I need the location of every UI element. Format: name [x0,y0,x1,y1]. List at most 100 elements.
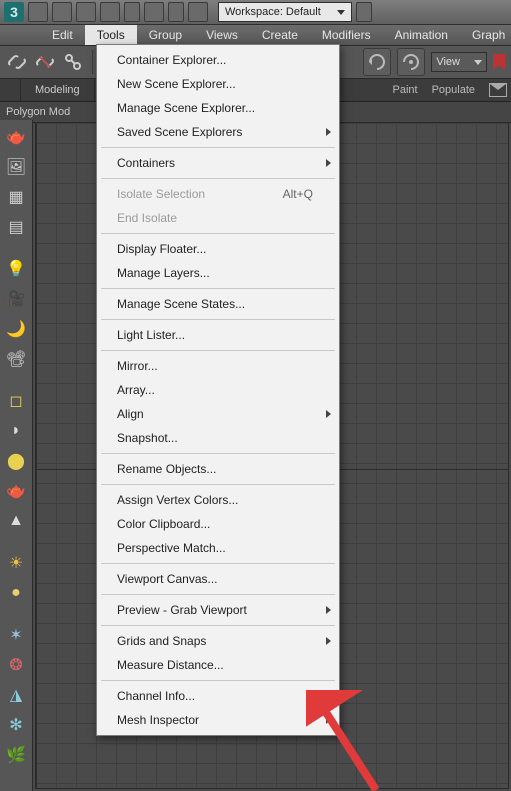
menu-item-label: Saved Scene Explorers [117,125,242,139]
menu-item-label: Measure Distance... [117,658,224,672]
menu-item-viewport-canvas[interactable]: Viewport Canvas... [97,567,339,591]
envelope-icon[interactable] [489,83,507,97]
menu-create[interactable]: Create [250,25,310,45]
undo-dropdown[interactable] [124,2,140,22]
menu-item-array[interactable]: Array... [97,378,339,402]
redo-dropdown[interactable] [168,2,184,22]
sun-icon[interactable]: ☀ [5,552,27,574]
menu-item-label: Preview - Grab Viewport [117,603,247,617]
bind-icon[interactable] [62,51,84,73]
particles-icon[interactable]: ✶ [5,624,27,646]
disc-icon[interactable]: ⬤ [5,450,27,472]
ribbon-tab-populate[interactable]: Populate [432,84,475,96]
menu-item-align[interactable]: Align [97,402,339,426]
menu-tools[interactable]: Tools [85,25,137,45]
orbit-icon[interactable] [363,48,391,76]
menu-views[interactable]: Views [194,25,250,45]
view-dropdown[interactable]: View [431,52,487,72]
menu-item-label: Mesh Inspector [117,713,199,727]
menu-animation[interactable]: Animation [383,25,460,45]
menu-separator [101,319,335,320]
menu-item-preview-grab-viewport[interactable]: Preview - Grab Viewport [97,598,339,622]
menu-item-measure-distance[interactable]: Measure Distance... [97,653,339,677]
menu-item-label: Array... [117,383,155,397]
menu-item-channel-info[interactable]: Channel Info... [97,684,339,708]
menu-item-perspective-match[interactable]: Perspective Match... [97,536,339,560]
table-icon[interactable]: ▦ [5,186,27,208]
menu-modifiers[interactable]: Modifiers [310,25,383,45]
menu-item-mesh-inspector[interactable]: Mesh Inspector [97,708,339,732]
save-file-button[interactable] [76,2,96,22]
cone-icon[interactable]: ▲ [5,510,27,532]
menu-item-manage-scene-states[interactable]: Manage Scene States... [97,292,339,316]
menu-item-assign-vertex-colors[interactable]: Assign Vertex Colors... [97,488,339,512]
menu-item-label: Mirror... [117,359,158,373]
menu-item-light-lister[interactable]: Light Lister... [97,323,339,347]
ribbon-tab-paint[interactable]: Paint [392,84,417,96]
light-icon[interactable]: 💡 [5,258,27,280]
menu-item-saved-scene-explorers[interactable]: Saved Scene Explorers [97,120,339,144]
menu-item-label: Containers [117,156,175,170]
ribbon-tab-modeling[interactable]: Modeling [20,79,95,101]
square-icon[interactable]: ◻ [5,390,27,412]
toolbar-separator [92,50,93,74]
menu-item-mirror[interactable]: Mirror... [97,354,339,378]
menu-item-shortcut: Alt+Q [283,187,313,201]
gear-icon[interactable]: ✻ [5,714,27,736]
link-button[interactable] [188,2,208,22]
orbit-sub-icon[interactable] [397,48,425,76]
menu-separator [101,453,335,454]
workspace-extra-dropdown[interactable] [356,2,372,22]
menu-separator [101,233,335,234]
bookmark-icon[interactable] [493,54,505,70]
menu-item-label: Manage Scene States... [117,297,245,311]
view-label: View [436,56,460,68]
chevron-down-icon [474,60,482,65]
pyramid-icon[interactable]: ◮ [5,684,27,706]
open-file-button[interactable] [52,2,72,22]
workspace-selector[interactable]: Workspace: Default [218,2,352,22]
menu-item-new-scene-explorer[interactable]: New Scene Explorer... [97,72,339,96]
menu-separator [101,178,335,179]
menu-item-display-floater[interactable]: Display Floater... [97,237,339,261]
tools-dropdown-menu: Container Explorer... New Scene Explorer.… [96,44,340,736]
menu-separator [101,350,335,351]
menu-item-rename-objects[interactable]: Rename Objects... [97,457,339,481]
menu-item-label: Container Explorer... [117,53,226,67]
grass-icon[interactable]: 🌿 [5,744,27,766]
menu-graph[interactable]: Graph [460,25,511,45]
menu-item-containers[interactable]: Containers [97,151,339,175]
menu-item-container-explorer[interactable]: Container Explorer... [97,48,339,72]
sphere-icon[interactable]: ● [5,582,27,604]
menu-edit[interactable]: Edit [40,25,85,45]
menu-bar: Edit Tools Group Views Create Modifiers … [0,25,511,46]
select-link-icon[interactable] [6,51,28,73]
menu-item-label: Manage Scene Explorer... [117,101,255,115]
menu-item-grids-and-snaps[interactable]: Grids and Snaps [97,629,339,653]
redo-button[interactable] [144,2,164,22]
unlink-icon[interactable] [34,51,56,73]
menu-separator [101,484,335,485]
menu-item-label: End Isolate [117,211,177,225]
undo-button[interactable] [100,2,120,22]
drop-icon[interactable]: ❂ [5,654,27,676]
new-file-button[interactable] [28,2,48,22]
image-icon[interactable]: 🖼 [5,156,27,178]
menu-item-manage-layers[interactable]: Manage Layers... [97,261,339,285]
dome-icon[interactable]: ◗ [5,420,27,442]
menu-item-color-clipboard[interactable]: Color Clipboard... [97,512,339,536]
menu-item-label: Perspective Match... [117,541,226,555]
grid-icon[interactable]: ▤ [5,216,27,238]
teapot-icon[interactable]: 🫖 [5,126,27,148]
video-icon[interactable]: 📽 [5,348,27,370]
side-toolbar: 🫖 🖼 ▦ ▤ 💡 🎥 🌙 📽 ◻ ◗ ⬤ 🫖 ▲ ☀ ● ✶ ❂ ◮ ✻ 🌿 [0,120,33,791]
moon-icon[interactable]: 🌙 [5,318,27,340]
menu-item-label: Isolate Selection [117,187,205,201]
camera-icon[interactable]: 🎥 [5,288,27,310]
teapot2-icon[interactable]: 🫖 [5,480,27,502]
app-icon[interactable]: 3 [4,2,24,22]
menu-item-manage-scene-explorer[interactable]: Manage Scene Explorer... [97,96,339,120]
menu-item-label: Channel Info... [117,689,195,703]
menu-item-snapshot[interactable]: Snapshot... [97,426,339,450]
menu-group[interactable]: Group [137,25,194,45]
